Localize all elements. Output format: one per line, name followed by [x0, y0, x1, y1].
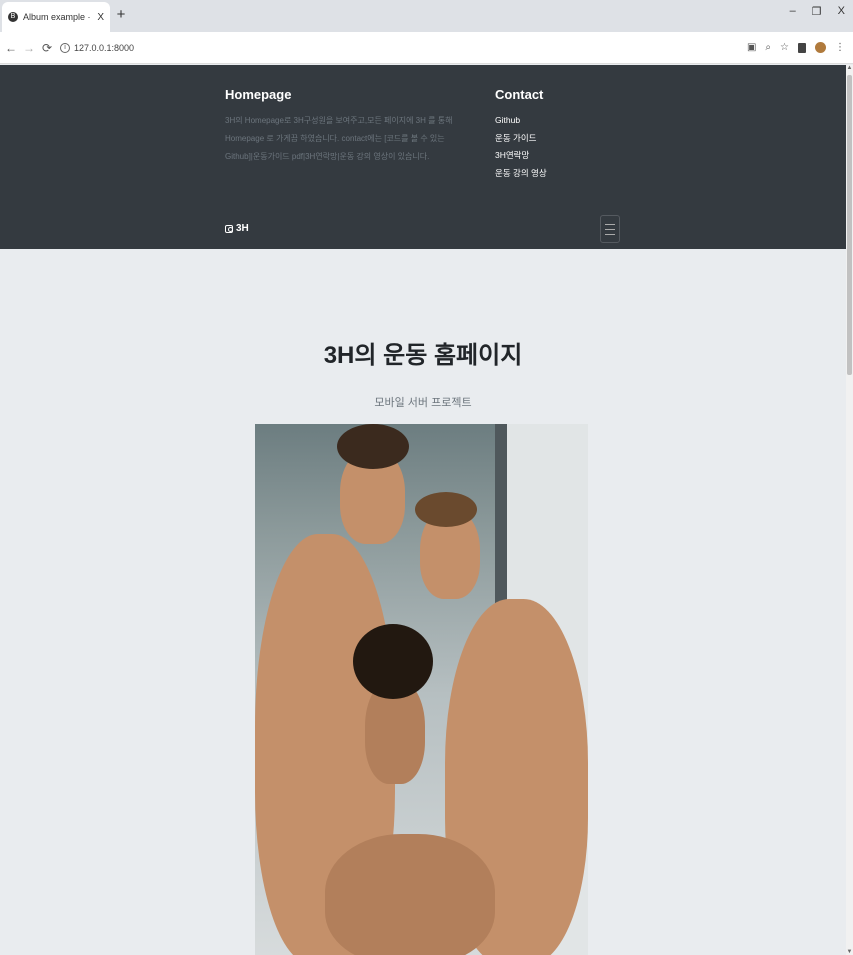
browser-tab[interactable]: B Album example · Bootstrap X: [2, 2, 110, 32]
photo-hair-right: [415, 492, 477, 527]
photo-hair-left: [337, 424, 409, 469]
homepage-heading: Homepage: [225, 87, 292, 102]
profile-avatar[interactable]: [815, 42, 826, 53]
restore-button[interactable]: ❐: [812, 5, 822, 18]
contact-link-video[interactable]: 운동 강의 영상: [495, 165, 547, 183]
tab-title: Album example · Bootstrap: [23, 12, 93, 22]
address-bar[interactable]: i 127.0.0.1:8000: [60, 42, 747, 53]
forward-arrow-icon[interactable]: →: [22, 41, 36, 55]
zoom-icon[interactable]: ⌕: [765, 42, 771, 53]
navbar-brand[interactable]: 3H: [225, 223, 249, 234]
back-arrow-icon[interactable]: ←: [4, 41, 18, 55]
photo-figure-center: [325, 834, 495, 955]
info-icon[interactable]: i: [60, 42, 70, 53]
hamburger-icon: [605, 223, 615, 225]
collapsible-header: Homepage 3H의 Homepage로 3H구성원을 보여주고,모든 페이…: [0, 65, 846, 249]
page-scrollbar[interactable]: ▲ ▼: [846, 65, 853, 955]
hero-title: 3H의 운동 홈페이지: [323, 342, 523, 369]
photo-hair-center: [353, 624, 433, 699]
new-tab-button[interactable]: +: [114, 6, 128, 23]
brand-label: 3H: [236, 223, 249, 234]
close-window-button[interactable]: X: [838, 5, 845, 18]
extension-icon[interactable]: [798, 42, 806, 53]
hero-image: [255, 424, 588, 955]
translate-icon[interactable]: ▣: [747, 42, 756, 53]
tab-close-button[interactable]: X: [97, 12, 104, 23]
contact-link-github[interactable]: Github: [495, 112, 547, 130]
minimize-button[interactable]: –: [790, 5, 796, 18]
hamburger-line: [605, 233, 615, 235]
bootstrap-favicon-icon: B: [8, 12, 18, 22]
hero-subtitle: 모바일 서버 프로젝트: [374, 397, 472, 409]
scroll-thumb[interactable]: [847, 75, 852, 375]
reload-icon[interactable]: ⟳: [40, 41, 54, 55]
contact-link-directory[interactable]: 3H연락망: [495, 147, 547, 165]
scroll-down-icon[interactable]: ▼: [846, 949, 853, 955]
contact-heading: Contact: [495, 87, 544, 102]
menu-dots-icon[interactable]: ⋮: [835, 42, 845, 53]
navbar-toggler-button[interactable]: [600, 215, 620, 243]
contact-links: Github 운동 가이드 3H연락망 운동 강의 영상: [495, 112, 547, 182]
url-text[interactable]: 127.0.0.1:8000: [74, 43, 134, 53]
camera-icon: [225, 224, 233, 233]
browser-tab-bar: B Album example · Bootstrap X + – ❐ X: [0, 0, 853, 32]
homepage-description: 3H의 Homepage로 3H구성원을 보여주고,모든 페이지에 3H 를 통…: [225, 116, 453, 161]
contact-link-guide[interactable]: 운동 가이드: [495, 130, 547, 148]
bookmark-star-icon[interactable]: ☆: [780, 42, 789, 53]
scroll-up-icon[interactable]: ▲: [846, 65, 853, 71]
window-controls: – ❐ X: [790, 5, 845, 18]
page-viewport: Homepage 3H의 Homepage로 3H구성원을 보여주고,모든 페이…: [0, 65, 846, 955]
toolbar-actions: ▣ ⌕ ☆ ⋮: [747, 42, 845, 53]
hamburger-line: [605, 228, 615, 230]
browser-toolbar: ← → ⟳ i 127.0.0.1:8000 ▣ ⌕ ☆ ⋮: [0, 32, 853, 64]
